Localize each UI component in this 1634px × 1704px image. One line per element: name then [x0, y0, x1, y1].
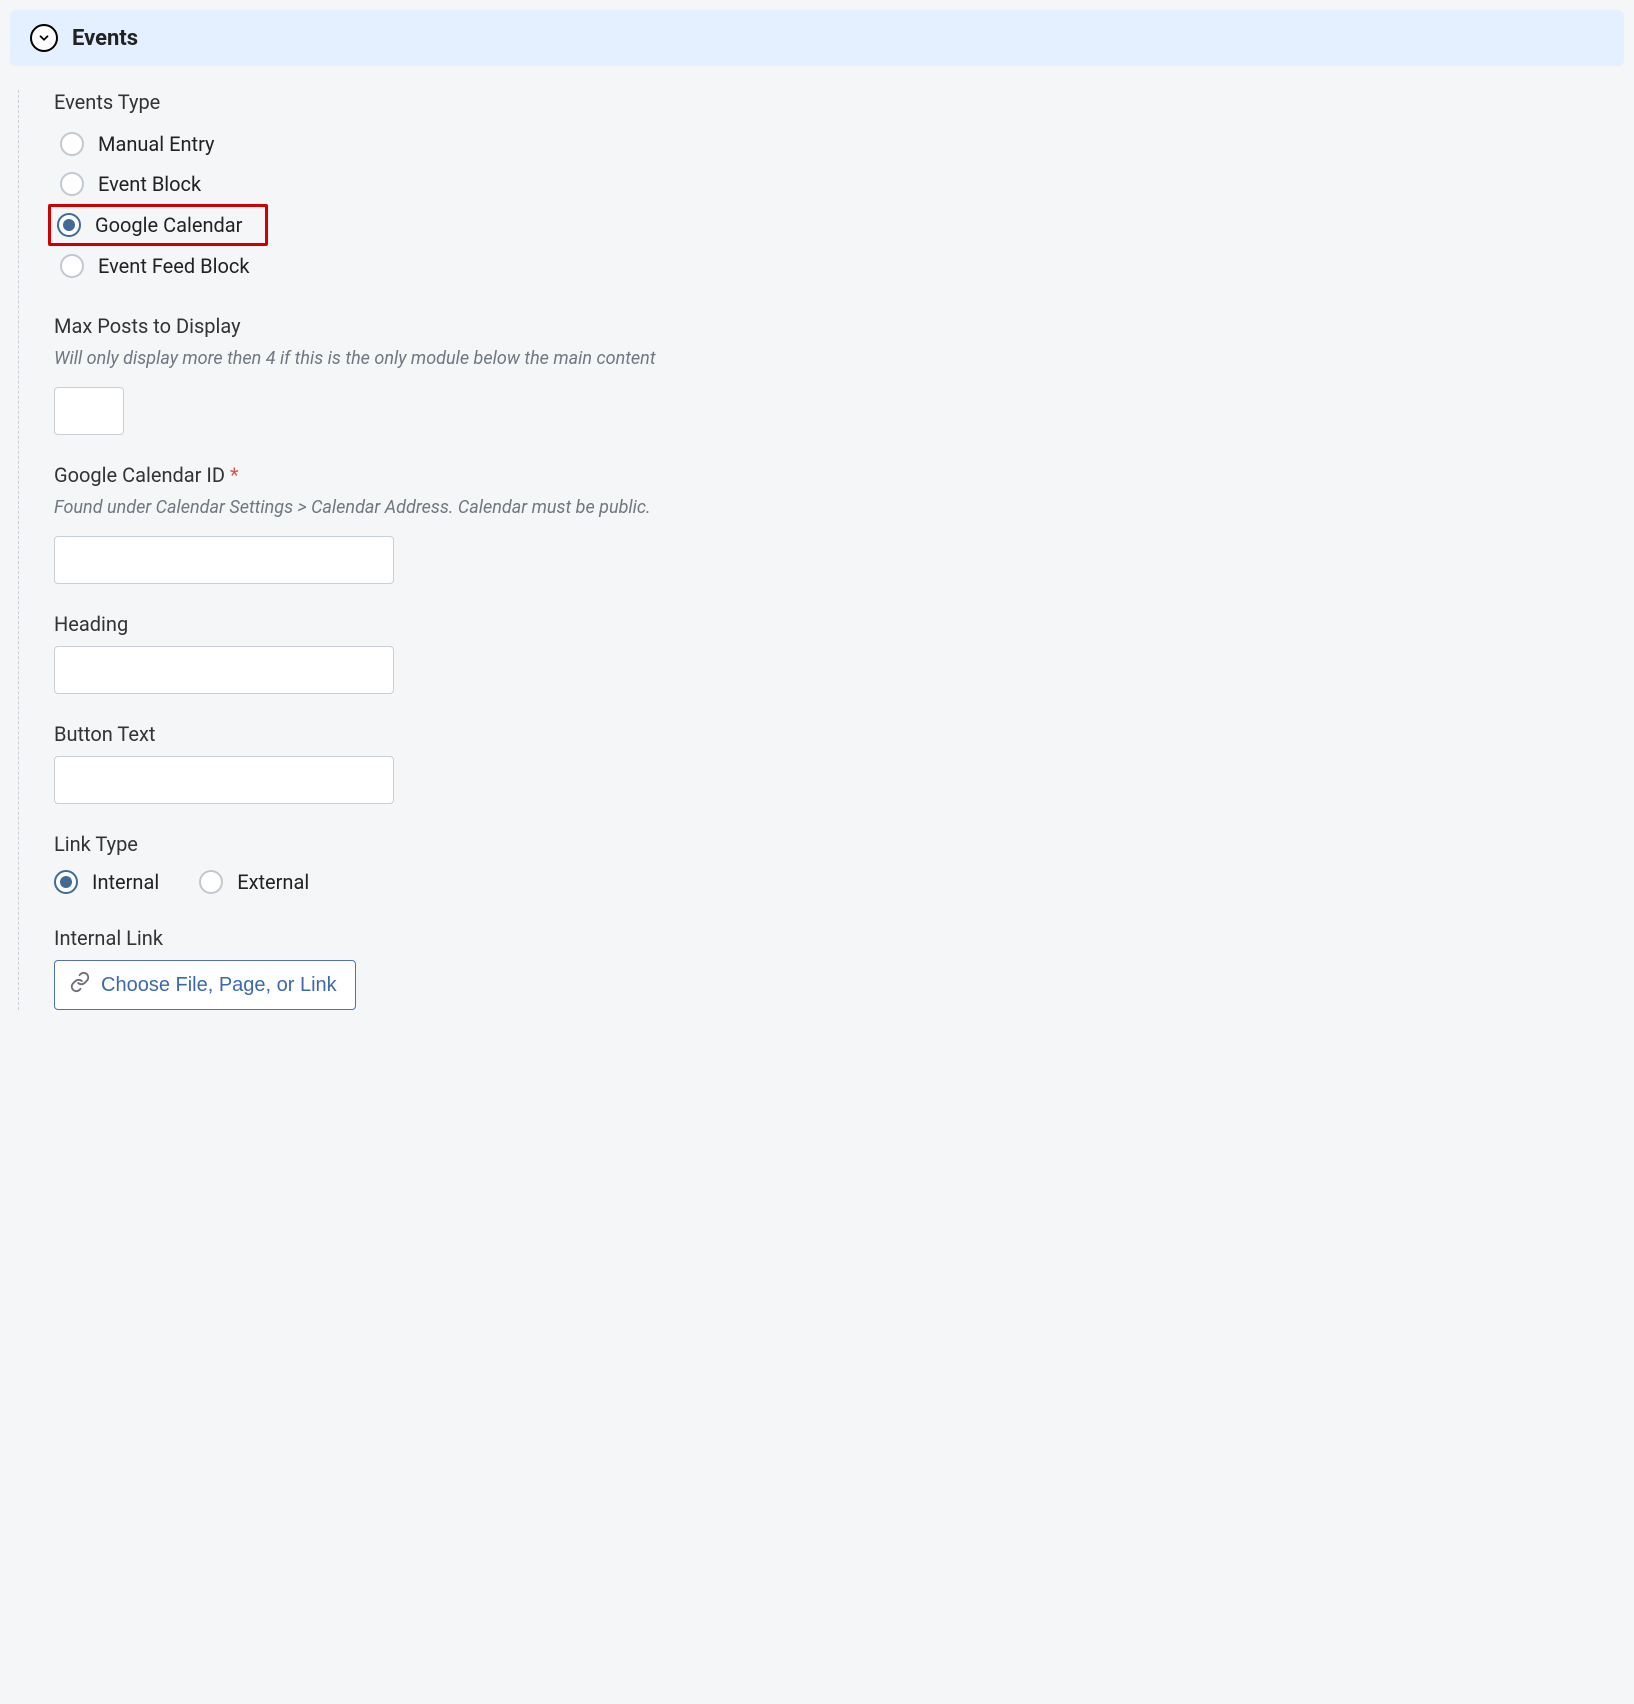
max-posts-input[interactable]: [54, 387, 124, 435]
radio-icon: [199, 870, 223, 894]
field-max-posts: Max Posts to Display Will only display m…: [54, 314, 1624, 435]
radio-manual-entry[interactable]: Manual Entry: [54, 124, 1624, 164]
choose-link-button[interactable]: Choose File, Page, or Link: [54, 960, 356, 1010]
radio-label: Internal: [92, 870, 159, 894]
link-type-label: Link Type: [54, 832, 1624, 856]
calendar-id-help: Found under Calendar Settings > Calendar…: [54, 497, 1624, 518]
field-heading: Heading: [54, 612, 1624, 694]
radio-icon: [57, 213, 81, 237]
radio-label: Manual Entry: [98, 132, 214, 156]
calendar-id-label: Google Calendar ID *: [54, 463, 1624, 487]
chevron-down-icon: [30, 24, 58, 52]
link-type-radio-group: Internal External: [54, 866, 1624, 898]
max-posts-help: Will only display more then 4 if this is…: [54, 348, 1624, 369]
radio-internal[interactable]: Internal: [54, 866, 159, 898]
calendar-id-input[interactable]: [54, 536, 394, 584]
heading-input[interactable]: [54, 646, 394, 694]
radio-google-calendar[interactable]: Google Calendar: [48, 204, 268, 246]
calendar-id-label-text: Google Calendar ID: [54, 463, 225, 487]
radio-label: Google Calendar: [95, 213, 242, 237]
field-button-text: Button Text: [54, 722, 1624, 804]
radio-label: Event Feed Block: [98, 254, 249, 278]
radio-icon: [60, 172, 84, 196]
events-type-radio-group: Manual Entry Event Block Google Calendar…: [54, 124, 1624, 286]
radio-event-block[interactable]: Event Block: [54, 164, 1624, 204]
radio-label: External: [237, 870, 309, 894]
max-posts-label: Max Posts to Display: [54, 314, 1624, 338]
radio-icon: [60, 254, 84, 278]
radio-external[interactable]: External: [199, 866, 309, 898]
events-type-label: Events Type: [54, 90, 1624, 114]
radio-icon: [60, 132, 84, 156]
choose-link-label: Choose File, Page, or Link: [101, 974, 337, 997]
radio-label: Event Block: [98, 172, 201, 196]
events-panel: Events Events Type Manual Entry Event Bl…: [10, 10, 1624, 1010]
section-title: Events: [72, 26, 138, 51]
heading-label: Heading: [54, 612, 1624, 636]
radio-event-feed-block[interactable]: Event Feed Block: [54, 246, 1624, 286]
internal-link-label: Internal Link: [54, 926, 1624, 950]
link-icon: [69, 971, 91, 999]
required-marker: *: [230, 463, 239, 487]
field-events-type: Events Type Manual Entry Event Block Goo…: [54, 90, 1624, 286]
radio-icon: [54, 870, 78, 894]
field-link-type: Link Type Internal External: [54, 832, 1624, 898]
field-google-calendar-id: Google Calendar ID * Found under Calenda…: [54, 463, 1624, 584]
section-content: Events Type Manual Entry Event Block Goo…: [10, 90, 1624, 1010]
button-text-input[interactable]: [54, 756, 394, 804]
button-text-label: Button Text: [54, 722, 1624, 746]
field-internal-link: Internal Link Choose File, Page, or Link: [54, 926, 1624, 1010]
section-header-events[interactable]: Events: [10, 10, 1624, 66]
